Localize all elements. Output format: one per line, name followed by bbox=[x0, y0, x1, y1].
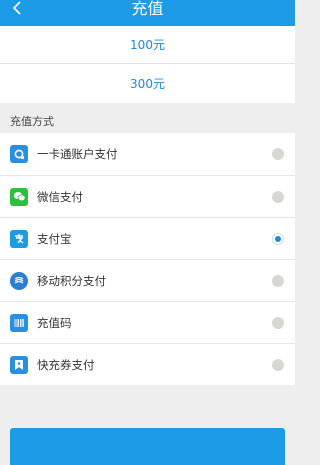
payment-option-card-account[interactable]: 一卡通账户支付 bbox=[0, 133, 295, 175]
app-header: 充值 bbox=[0, 0, 295, 26]
radio-unselected[interactable] bbox=[272, 148, 284, 160]
back-button[interactable] bbox=[4, 0, 30, 26]
amount-option-100[interactable]: 100元 bbox=[0, 26, 295, 63]
payment-method-list: 一卡通账户支付 微信支付 支付宝 移动积分支付 充值码 快充券支付 bbox=[0, 133, 295, 385]
payment-option-quick-coupon[interactable]: 快充券支付 bbox=[0, 343, 295, 385]
payment-option-recharge-code[interactable]: 充值码 bbox=[0, 301, 295, 343]
chevron-left-icon bbox=[12, 1, 21, 15]
radio-unselected[interactable] bbox=[272, 274, 284, 287]
payment-option-label: 一卡通账户支付 bbox=[37, 147, 118, 161]
china-mobile-icon bbox=[10, 271, 28, 290]
section-label-payment-method: 充值方式 bbox=[0, 108, 295, 133]
payment-option-label: 微信支付 bbox=[37, 189, 83, 204]
payment-option-alipay[interactable]: 支付宝 bbox=[0, 217, 295, 259]
barcode-icon bbox=[10, 313, 28, 332]
payment-option-label: 充值码 bbox=[37, 315, 72, 330]
recharge-submit-button[interactable] bbox=[10, 428, 285, 465]
payment-option-mobile-points[interactable]: 移动积分支付 bbox=[0, 259, 295, 301]
radio-selected[interactable] bbox=[272, 232, 284, 245]
amount-option-300[interactable]: 300元 bbox=[0, 63, 295, 103]
page-title: 充值 bbox=[131, 0, 164, 18]
payment-option-wechat[interactable]: 微信支付 bbox=[0, 175, 295, 217]
payment-option-label: 快充券支付 bbox=[37, 357, 95, 372]
card-account-icon bbox=[10, 145, 28, 163]
wechat-icon bbox=[10, 187, 28, 206]
alipay-icon bbox=[10, 229, 28, 248]
radio-unselected[interactable] bbox=[272, 316, 284, 329]
amount-list: 100元 300元 bbox=[0, 26, 295, 103]
radio-unselected[interactable] bbox=[272, 190, 284, 203]
payment-option-label: 支付宝 bbox=[37, 231, 72, 246]
coupon-icon bbox=[10, 355, 28, 374]
payment-option-label: 移动积分支付 bbox=[37, 273, 106, 288]
radio-unselected[interactable] bbox=[272, 358, 284, 371]
